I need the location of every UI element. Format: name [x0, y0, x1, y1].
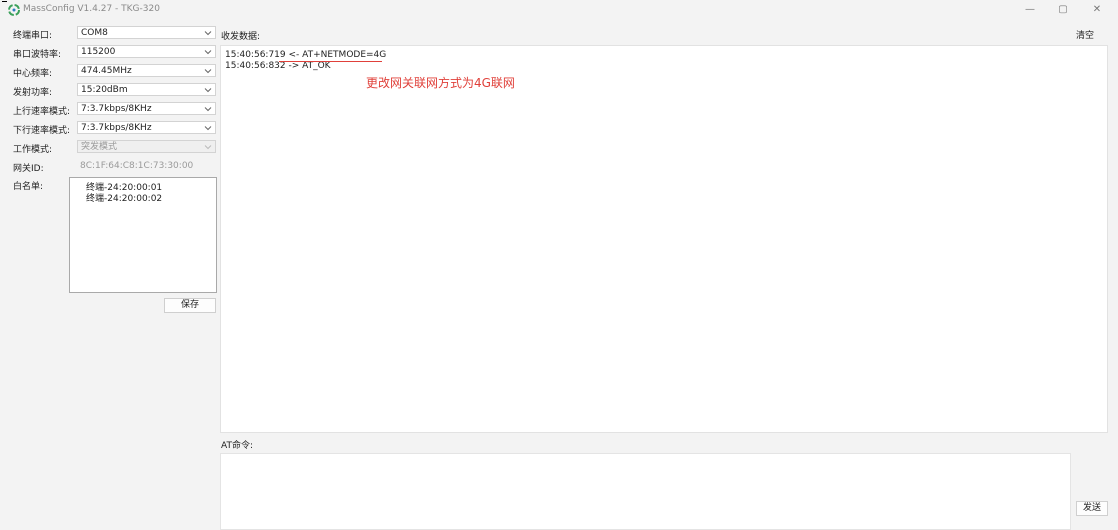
receive-data-label: 收发数据: [221, 32, 261, 42]
baud-rate-select[interactable]: 115200 [77, 45, 216, 58]
save-button[interactable]: 保存 [164, 298, 216, 313]
baud-rate-value: 115200 [81, 47, 116, 57]
tx-power-label: 发射功率: [13, 88, 53, 98]
minimize-button[interactable]: — [1016, 2, 1044, 18]
send-button[interactable]: 发送 [1076, 501, 1108, 516]
serial-port-label: 终端串口: [13, 31, 53, 41]
title-bar: MassConfig V1.4.27 - TKG-320 — ▢ ✕ [0, 0, 1118, 20]
chevron-down-icon [204, 69, 212, 74]
work-mode-label: 工作模式: [13, 145, 53, 155]
whitelist-label: 白名单: [13, 182, 44, 192]
annotation-underline [279, 61, 382, 62]
tx-power-value: 15:20dBm [81, 85, 128, 95]
chevron-down-icon [204, 145, 212, 150]
chevron-down-icon [204, 126, 212, 131]
center-frequency-label: 中心频率: [13, 69, 53, 79]
chevron-down-icon [204, 31, 212, 36]
massconfig-logo-icon [8, 4, 20, 16]
at-command-input[interactable] [220, 453, 1071, 530]
serial-port-value: COM8 [81, 28, 108, 38]
whitelist-list[interactable]: 终端-24:20:00:01 终端-24:20:00:02 [69, 177, 217, 293]
annotation-text: 更改网关联网方式为4G联网 [366, 76, 515, 90]
center-frequency-select[interactable]: 474.45MHz [77, 64, 216, 77]
tx-power-select[interactable]: 15:20dBm [77, 83, 216, 96]
center-frequency-value: 474.45MHz [81, 66, 132, 76]
work-mode-value: 突发模式 [81, 142, 118, 152]
at-command-label: AT命令: [221, 441, 253, 451]
downlink-rate-mode-select[interactable]: 7:3.7kbps/8KHz [77, 121, 216, 134]
log-line: 15:40:56:832 -> AT_OK [225, 61, 331, 71]
chevron-down-icon [204, 88, 212, 93]
uplink-rate-mode-value: 7:3.7kbps/8KHz [81, 104, 152, 114]
chevron-down-icon [204, 50, 212, 55]
downlink-rate-mode-label: 下行速率模式: [13, 126, 71, 136]
gateway-id-label: 网关ID: [13, 164, 44, 174]
clear-button[interactable]: 清空 [1076, 28, 1094, 41]
chevron-down-icon [204, 107, 212, 112]
downlink-rate-mode-value: 7:3.7kbps/8KHz [81, 123, 152, 133]
work-mode-select: 突发模式 [77, 140, 216, 153]
close-button[interactable]: ✕ [1083, 2, 1111, 18]
log-line: 15:40:56:719 <- AT+NETMODE=4G [225, 50, 387, 60]
window-corner-mark [2, 1, 7, 2]
maximize-button[interactable]: ▢ [1049, 2, 1077, 18]
baud-rate-label: 串口波特率: [13, 50, 62, 60]
window-title: MassConfig V1.4.27 - TKG-320 [23, 4, 160, 14]
receive-data-area[interactable]: 15:40:56:719 <- AT+NETMODE=4G 15:40:56:8… [220, 45, 1108, 433]
uplink-rate-mode-label: 上行速率模式: [13, 107, 71, 117]
uplink-rate-mode-select[interactable]: 7:3.7kbps/8KHz [77, 102, 216, 115]
gateway-id-value: 8C:1F:64:C8:1C:73:30:00 [80, 161, 194, 171]
serial-port-select[interactable]: COM8 [77, 26, 216, 39]
list-item[interactable]: 终端-24:20:00:02 [86, 191, 162, 204]
